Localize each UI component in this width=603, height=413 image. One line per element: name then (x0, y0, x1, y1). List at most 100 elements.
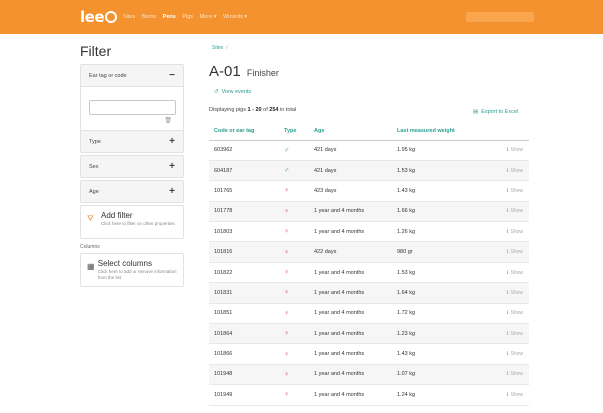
table-row: 101864 ♀ 1 year and 4 months 1.23 kg ℹ Show (209, 323, 529, 345)
collapse-icon[interactable]: − (169, 70, 175, 81)
show-button[interactable]: ℹ Show (497, 303, 529, 325)
app-logo[interactable]: lee (80, 8, 117, 26)
cell-weight: 1.53 kg (392, 160, 497, 182)
show-button[interactable]: ℹ Show (497, 384, 529, 406)
ear-tag-filter-header[interactable]: Ear tag or code − (81, 65, 183, 86)
column-header-actions (497, 122, 529, 141)
ear-tag-filter-label: Ear tag or code (89, 72, 127, 79)
cell-weight: 1.07 kg (392, 364, 497, 386)
info-icon: ℹ (506, 310, 509, 317)
table-row: 101803 ♀ 1 year and 4 months 1.26 kg ℹ Show (209, 221, 529, 243)
info-icon: ℹ (506, 147, 509, 154)
show-button[interactable]: ℹ Show (497, 241, 529, 263)
export-excel-button[interactable]: ▤ Export to Excel (473, 109, 518, 115)
cell-weight: 1.66 kg (392, 201, 497, 223)
nav-item-barns[interactable]: Barns (142, 14, 156, 20)
show-button[interactable]: ℹ Show (497, 180, 529, 202)
info-icon: ℹ (506, 330, 509, 337)
add-filter-title: Add filter (101, 211, 133, 220)
table-row: 101831 ♀ 1 year and 4 months 1.64 kg ℹ Show (209, 282, 529, 304)
nav-item-pens[interactable]: Pens (163, 14, 176, 20)
show-label: Show (510, 371, 523, 378)
cell-age: 1 year and 4 months (309, 221, 392, 243)
cell-code: 101851 (209, 303, 279, 325)
cell-code: 101778 (209, 201, 279, 223)
show-button[interactable]: ℹ Show (497, 221, 529, 243)
sex-filter[interactable]: Sex + (80, 155, 184, 178)
type-filter[interactable]: Type + (80, 130, 184, 153)
show-button[interactable]: ℹ Show (497, 262, 529, 284)
add-filter-description: Click here to filter on other properties (101, 221, 175, 226)
table-row: 603962 ♂ 421 days 1.95 kg ℹ Show (209, 140, 529, 161)
nav-item-pigs[interactable]: Pigs (182, 14, 193, 20)
table-row: 101949 ♀ 1 year and 4 months 1.24 kg ℹ Show (209, 384, 529, 406)
cell-weight: 1.43 kg (392, 343, 497, 365)
nav-item-wizards[interactable]: Wizards ▾ (223, 14, 247, 20)
add-filter-button[interactable]: ⛛ Add filter Click here to filter on oth… (80, 205, 184, 239)
cell-code: 603962 (209, 140, 279, 161)
info-icon: ℹ (506, 208, 509, 215)
breadcrumb: Sites / (212, 45, 228, 51)
show-label: Show (510, 147, 523, 154)
trash-icon[interactable]: 🗑 (164, 117, 172, 124)
show-button[interactable]: ℹ Show (497, 364, 529, 386)
info-icon: ℹ (506, 371, 509, 378)
cell-code: 101949 (209, 384, 279, 406)
ear-tag-input[interactable] (89, 99, 176, 115)
show-button[interactable]: ℹ Show (497, 201, 529, 223)
select-columns-button[interactable]: ▦ Select columns Click here to add or re… (80, 253, 184, 287)
info-icon: ℹ (506, 351, 509, 358)
female-icon: ♀ (279, 241, 309, 263)
view-events-label: View events (221, 89, 252, 95)
column-header-code[interactable]: Code or ear tag (209, 122, 279, 141)
show-button[interactable]: ℹ Show (497, 343, 529, 365)
show-button[interactable]: ℹ Show (497, 140, 529, 161)
expand-icon[interactable]: + (169, 161, 175, 172)
column-header-type[interactable]: Type (279, 122, 309, 141)
show-button[interactable]: ℹ Show (497, 282, 529, 304)
columns-label: Columns (80, 244, 100, 250)
breadcrumb-separator-icon: / (226, 45, 228, 51)
column-header-age[interactable]: Age (309, 122, 392, 141)
female-icon: ♀ (279, 323, 309, 345)
male-icon: ♂ (279, 140, 309, 161)
user-menu[interactable] (466, 12, 534, 22)
summary-prefix: Displaying pigs (209, 107, 248, 113)
info-icon: ℹ (506, 167, 509, 174)
expand-icon[interactable]: + (169, 136, 175, 147)
info-icon: ℹ (506, 249, 509, 256)
show-label: Show (510, 208, 523, 215)
show-button[interactable]: ℹ Show (497, 323, 529, 345)
cell-code: 101866 (209, 343, 279, 365)
info-icon: ℹ (506, 269, 509, 276)
column-header-weight[interactable]: Last measured weight (392, 122, 497, 141)
cell-code: 101816 (209, 241, 279, 263)
breadcrumb-sites[interactable]: Sites (212, 45, 223, 51)
cell-age: 423 days (309, 180, 392, 202)
expand-icon[interactable]: + (169, 186, 175, 197)
show-button[interactable]: ℹ Show (497, 160, 529, 182)
table-row: 101822 ♀ 1 year and 4 months 1.53 kg ℹ Show (209, 262, 529, 284)
female-icon: ♀ (279, 221, 309, 243)
table-columns-icon: ▦ (87, 262, 95, 271)
cell-age: 1 year and 4 months (309, 323, 392, 345)
pen-name: A-01 (209, 63, 241, 80)
female-icon: ♀ (279, 262, 309, 284)
cell-code: 101864 (209, 323, 279, 345)
male-icon: ♂ (279, 160, 309, 182)
cell-age: 1 year and 4 months (309, 364, 392, 386)
table-row: 101866 ♀ 1 year and 4 months 1.43 kg ℹ Show (209, 343, 529, 365)
cell-code: 101822 (209, 262, 279, 284)
female-icon: ♀ (279, 282, 309, 304)
age-filter[interactable]: Age + (80, 180, 184, 203)
cell-weight: 980 gr (392, 241, 497, 263)
nav-item-sites[interactable]: Sites (123, 14, 135, 20)
pigs-table: Code or ear tag Type Age Last measured w… (209, 122, 529, 406)
show-label: Show (510, 310, 523, 317)
cell-code: 101831 (209, 282, 279, 304)
cell-weight: 1.43 kg (392, 180, 497, 202)
excel-file-icon: ▤ (473, 109, 479, 115)
view-events-link[interactable]: ↺ View events (214, 89, 251, 95)
cell-weight: 1.53 kg (392, 262, 497, 284)
nav-item-more[interactable]: More ▾ (200, 14, 217, 20)
